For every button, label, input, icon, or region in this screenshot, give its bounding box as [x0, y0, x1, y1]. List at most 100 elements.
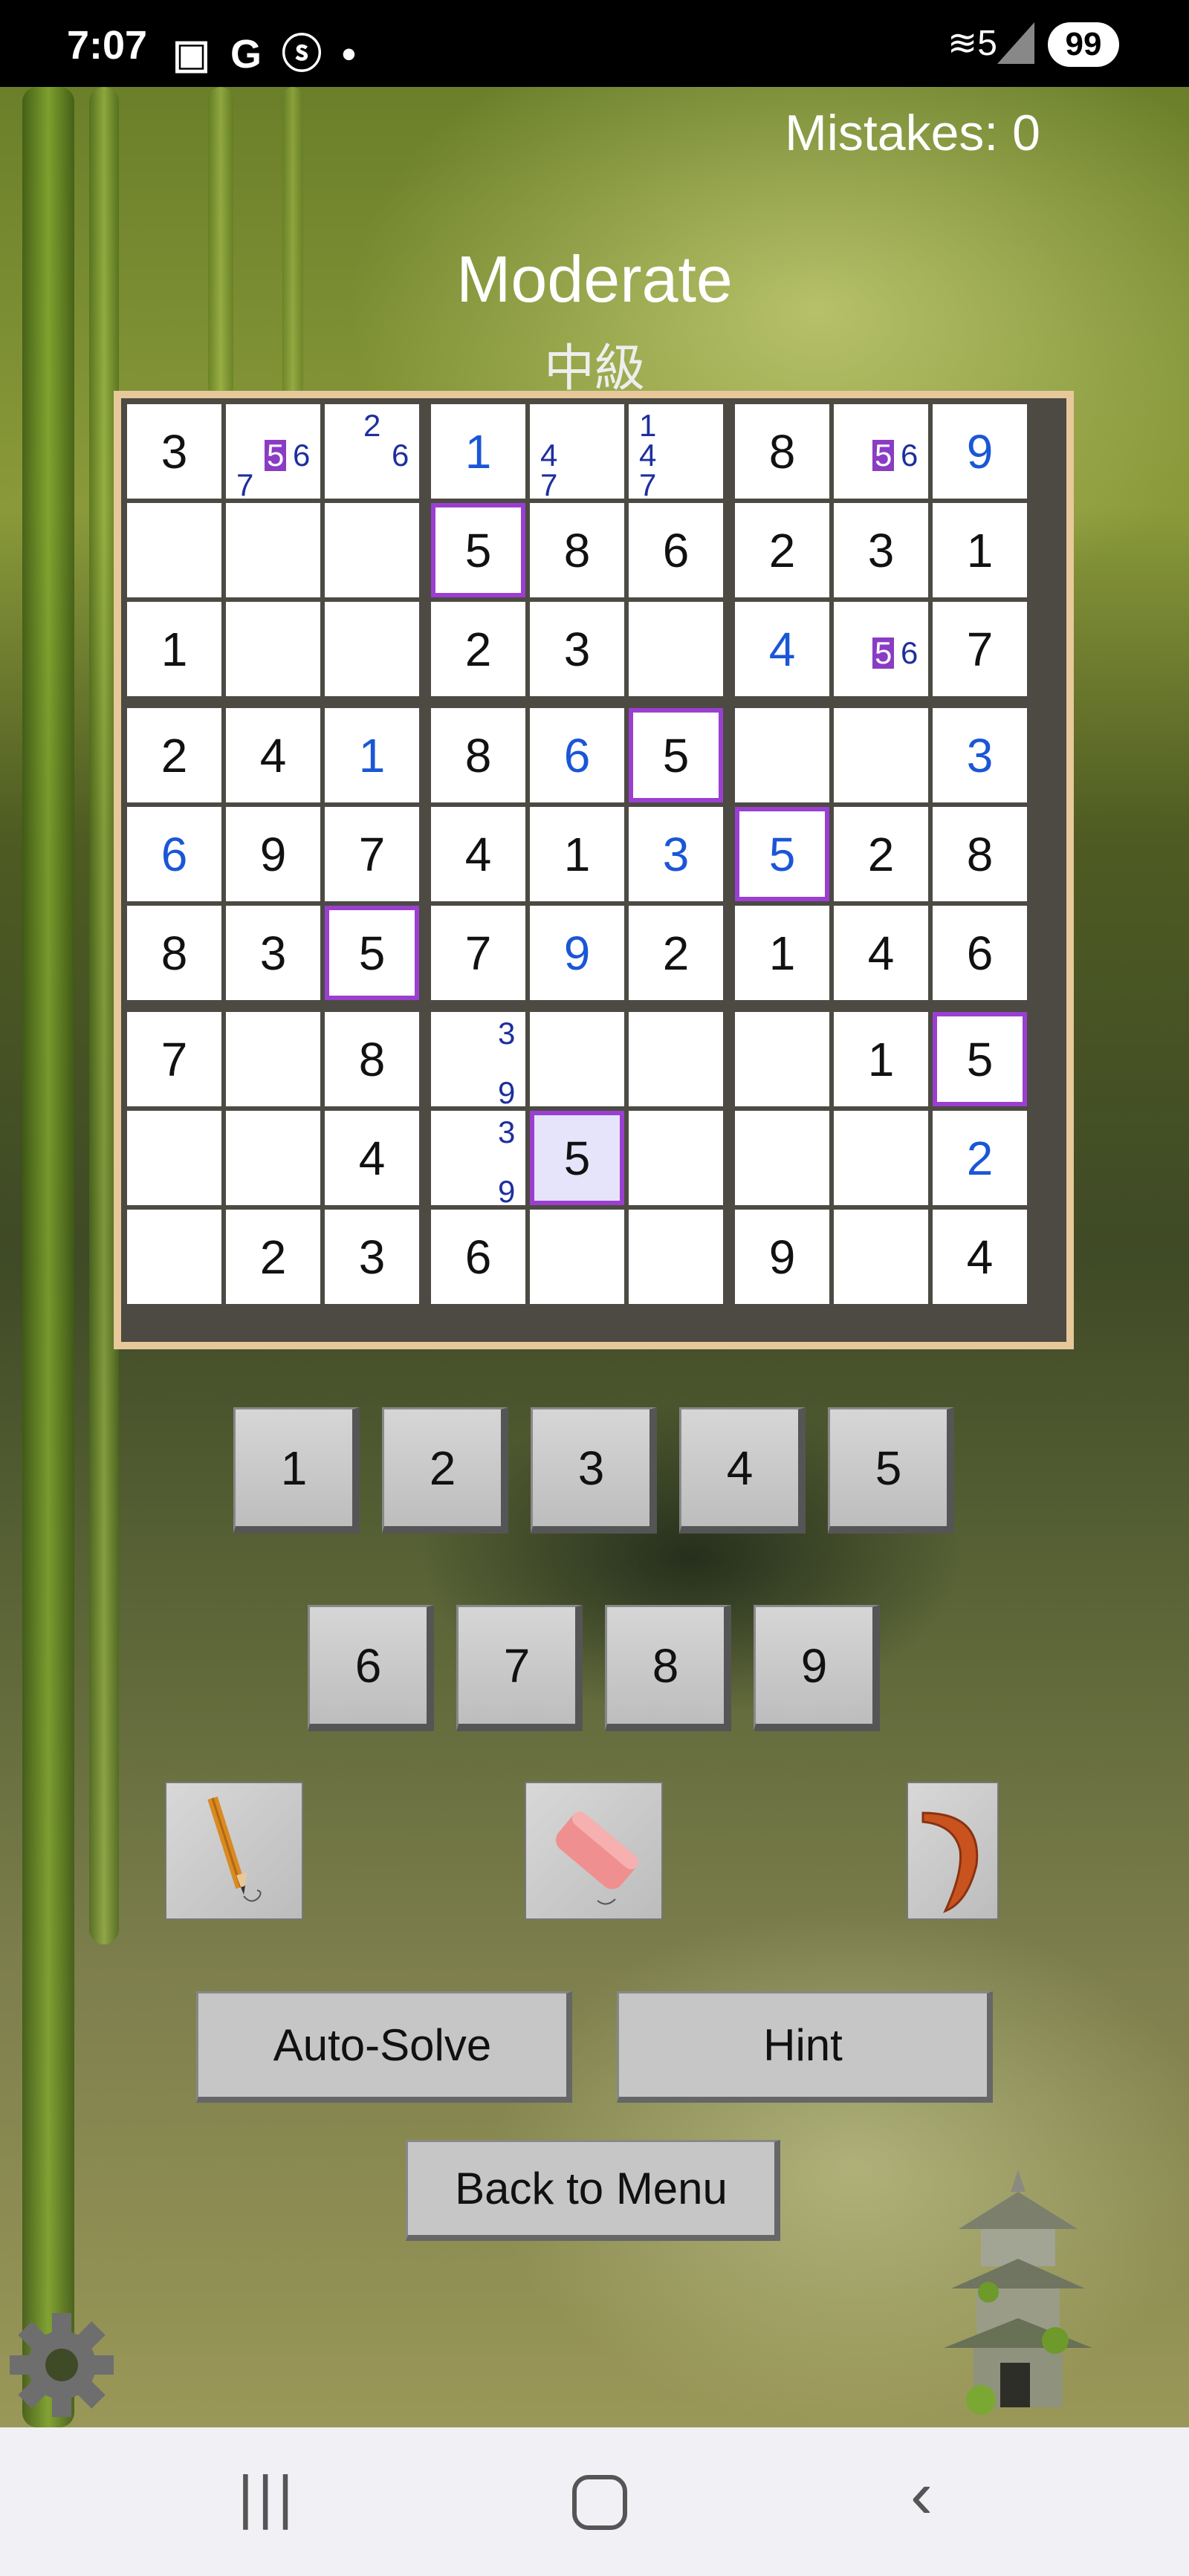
sudoku-cell[interactable] — [735, 708, 829, 802]
sudoku-cell[interactable] — [530, 1210, 624, 1304]
auto-solve-button[interactable]: Auto-Solve — [196, 1991, 572, 2103]
sudoku-cell[interactable]: 1 — [530, 807, 624, 901]
sudoku-cell[interactable]: 5 — [530, 1111, 624, 1205]
number-key-1[interactable]: 1 — [233, 1407, 360, 1534]
sudoku-cell[interactable] — [325, 503, 419, 597]
sudoku-cell[interactable]: 9 — [530, 906, 624, 1000]
sudoku-cell[interactable]: 1 — [834, 1012, 928, 1106]
number-key-6[interactable]: 6 — [308, 1605, 434, 1731]
sudoku-cell[interactable]: 4 — [933, 1210, 1027, 1304]
sudoku-cell[interactable]: 8 — [325, 1012, 419, 1106]
sudoku-cell[interactable]: 4 — [735, 602, 829, 696]
sudoku-cell[interactable]: 2 — [127, 708, 221, 802]
sudoku-cell[interactable]: 9 — [933, 404, 1027, 499]
sudoku-cell[interactable] — [834, 1210, 928, 1304]
sudoku-cell[interactable]: 8 — [127, 906, 221, 1000]
sudoku-cell[interactable]: 5 — [735, 807, 829, 901]
home-icon[interactable] — [572, 2475, 627, 2530]
sudoku-cell[interactable] — [127, 503, 221, 597]
sudoku-cell[interactable]: 8 — [431, 708, 525, 802]
sudoku-cell[interactable]: 6 — [530, 708, 624, 802]
sudoku-cell[interactable]: 2 — [226, 1210, 320, 1304]
number-key-4[interactable]: 4 — [679, 1407, 806, 1534]
sudoku-cell[interactable]: 1 — [735, 906, 829, 1000]
sudoku-cell[interactable]: 4 — [226, 708, 320, 802]
sudoku-cell[interactable]: 56 7 — [226, 404, 320, 501]
sudoku-cell[interactable] — [226, 1012, 320, 1106]
number-key-3[interactable]: 3 — [531, 1407, 657, 1534]
sudoku-cell[interactable]: 7 — [933, 602, 1027, 696]
sudoku-cell[interactable]: 3 — [127, 404, 221, 499]
sudoku-cell[interactable]: 7 — [431, 906, 525, 1000]
sudoku-cell[interactable]: 2 — [629, 906, 723, 1000]
sudoku-cell[interactable] — [226, 602, 320, 696]
sudoku-cell[interactable]: 1 — [431, 404, 525, 499]
sudoku-cell[interactable]: 8 — [735, 404, 829, 499]
sudoku-cell[interactable]: 5 — [325, 906, 419, 1000]
sudoku-cell[interactable]: 39 — [431, 1111, 525, 1207]
sudoku-cell[interactable]: 3 — [325, 1210, 419, 1304]
sudoku-cell[interactable]: 6 — [933, 906, 1027, 1000]
sudoku-cell[interactable]: 2 — [431, 602, 525, 696]
sudoku-cell[interactable] — [735, 1111, 829, 1205]
sudoku-cell[interactable]: 6 — [629, 503, 723, 597]
sudoku-cell[interactable]: 56 — [834, 602, 928, 696]
sudoku-cell[interactable]: 6 — [127, 807, 221, 901]
sudoku-cell[interactable]: 4 — [834, 906, 928, 1000]
sudoku-cell[interactable]: 7 — [127, 1012, 221, 1106]
sudoku-cell[interactable] — [834, 1111, 928, 1205]
pencil-tool-button[interactable] — [165, 1782, 303, 1920]
sudoku-cell[interactable] — [629, 1210, 723, 1304]
back-icon[interactable]: ‹ — [910, 2457, 933, 2534]
hint-button[interactable]: Hint — [617, 1991, 993, 2103]
sudoku-cell[interactable]: 8 — [933, 807, 1027, 901]
sudoku-cell[interactable]: 9 — [226, 807, 320, 901]
sudoku-cell[interactable]: 3 — [834, 503, 928, 597]
sudoku-cell[interactable] — [226, 1111, 320, 1205]
sudoku-cell[interactable]: 1 — [933, 503, 1027, 597]
sudoku-cell[interactable]: 4 — [325, 1111, 419, 1205]
sudoku-cell[interactable]: 5 — [933, 1012, 1027, 1106]
recent-apps-icon[interactable]: ||| — [238, 2463, 297, 2531]
sudoku-cell[interactable]: 47 — [530, 404, 624, 501]
sudoku-cell[interactable]: 3 — [530, 602, 624, 696]
sudoku-cell[interactable]: 3 — [629, 807, 723, 901]
number-key-8[interactable]: 8 — [605, 1605, 731, 1731]
sudoku-cell[interactable]: 1 — [325, 708, 419, 802]
sudoku-cell[interactable]: 2 — [933, 1111, 1027, 1205]
sudoku-cell[interactable] — [735, 1012, 829, 1106]
sudoku-cell[interactable]: 3 — [933, 708, 1027, 802]
sudoku-cell[interactable] — [629, 1111, 723, 1205]
back-to-menu-button[interactable]: Back to Menu — [406, 2140, 780, 2241]
sudoku-cell[interactable] — [226, 503, 320, 597]
sudoku-cell[interactable] — [127, 1111, 221, 1205]
sudoku-cell[interactable]: 147 — [629, 404, 723, 501]
sudoku-cell[interactable]: 5 — [431, 503, 525, 597]
sudoku-cell[interactable]: 2 — [735, 503, 829, 597]
sudoku-cell[interactable]: 3 — [226, 906, 320, 1000]
eraser-tool-button[interactable] — [525, 1782, 663, 1920]
sudoku-cell[interactable]: 6 — [431, 1210, 525, 1304]
undo-tool-button[interactable] — [907, 1782, 999, 1920]
sudoku-cell[interactable]: 26 — [325, 404, 419, 499]
number-key-2[interactable]: 2 — [382, 1407, 508, 1534]
settings-gear-icon[interactable] — [4, 2308, 119, 2422]
sudoku-cell[interactable] — [834, 708, 928, 802]
sudoku-cell[interactable]: 8 — [530, 503, 624, 597]
number-key-5[interactable]: 5 — [828, 1407, 954, 1534]
number-key-7[interactable]: 7 — [456, 1605, 583, 1731]
sudoku-cell[interactable]: 56 — [834, 404, 928, 499]
sudoku-cell[interactable]: 9 — [735, 1210, 829, 1304]
number-key-9[interactable]: 9 — [754, 1605, 880, 1731]
sudoku-cell[interactable] — [530, 1012, 624, 1106]
sudoku-cell[interactable]: 7 — [325, 807, 419, 901]
sudoku-cell[interactable] — [629, 602, 723, 696]
sudoku-cell[interactable] — [629, 1012, 723, 1106]
sudoku-cell[interactable]: 1 — [127, 602, 221, 696]
sudoku-cell[interactable]: 5 — [629, 708, 723, 802]
sudoku-cell[interactable] — [325, 602, 419, 696]
sudoku-cell[interactable] — [127, 1210, 221, 1304]
sudoku-cell[interactable]: 4 — [431, 807, 525, 901]
sudoku-cell[interactable]: 39 — [431, 1012, 525, 1109]
sudoku-cell[interactable]: 2 — [834, 807, 928, 901]
